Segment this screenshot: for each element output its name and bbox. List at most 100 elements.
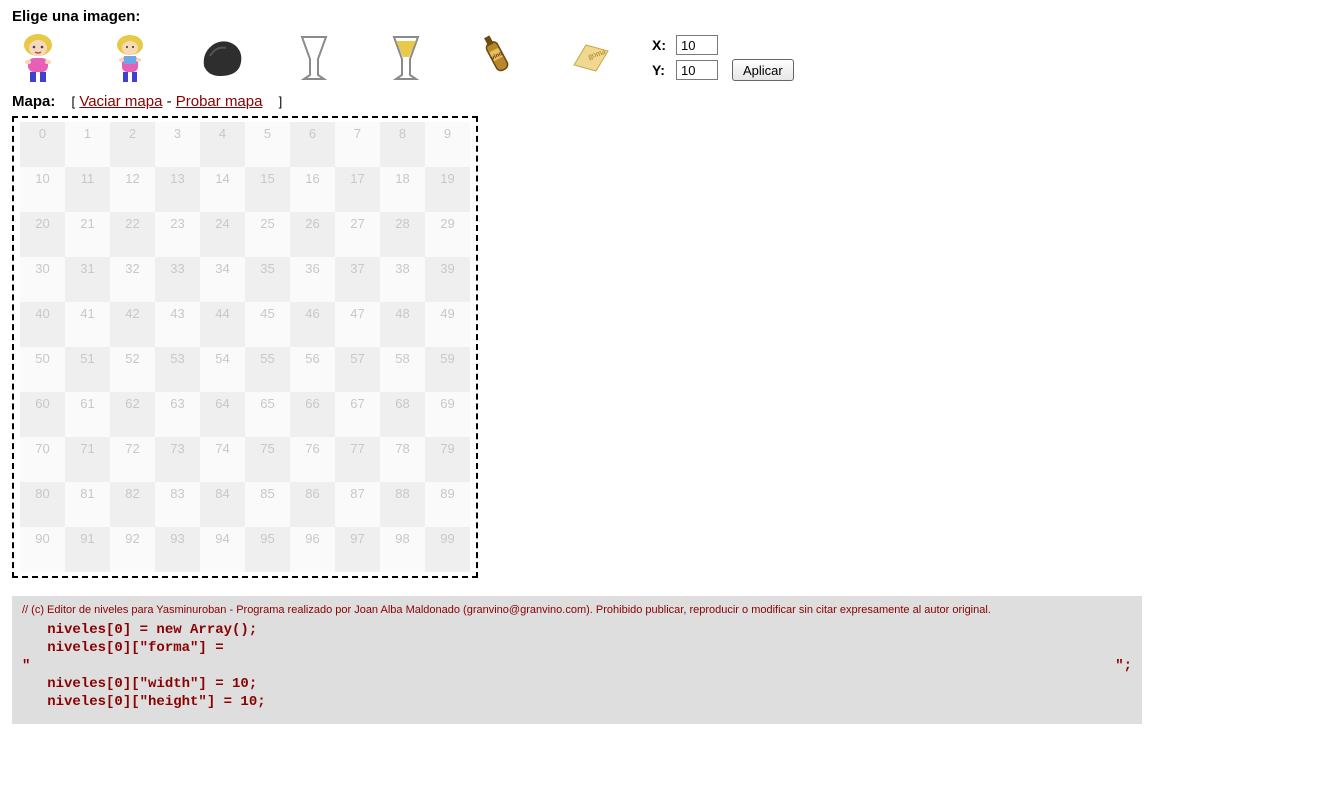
grid-cell[interactable]: 31 [65,257,110,302]
grid-cell[interactable]: 39 [425,257,470,302]
grid-cell[interactable]: 3 [155,122,200,167]
grid-cell[interactable]: 25 [245,212,290,257]
grid-cell[interactable]: 11 [65,167,110,212]
grid-cell[interactable]: 66 [290,392,335,437]
grid-cell[interactable]: 56 [290,347,335,392]
grid-cell[interactable]: 27 [335,212,380,257]
sprite-girl-blue[interactable] [106,31,154,85]
grid-cell[interactable]: 82 [110,482,155,527]
grid-cell[interactable]: 49 [425,302,470,347]
grid-cell[interactable]: 6 [290,122,335,167]
grid-cell[interactable]: 9 [425,122,470,167]
grid-cell[interactable]: 57 [335,347,380,392]
grid-cell[interactable]: 2 [110,122,155,167]
grid-cell[interactable]: 34 [200,257,245,302]
grid-cell[interactable]: 59 [425,347,470,392]
grid-cell[interactable]: 94 [200,527,245,572]
grid-cell[interactable]: 51 [65,347,110,392]
sprite-glass-full[interactable] [382,31,430,85]
grid-cell[interactable]: 77 [335,437,380,482]
grid-cell[interactable]: 76 [290,437,335,482]
grid-cell[interactable]: 17 [335,167,380,212]
grid-cell[interactable]: 40 [20,302,65,347]
grid-cell[interactable]: 8 [380,122,425,167]
grid-cell[interactable]: 33 [155,257,200,302]
grid-cell[interactable]: 37 [335,257,380,302]
grid-cell[interactable]: 28 [380,212,425,257]
grid-cell[interactable]: 84 [200,482,245,527]
grid-cell[interactable]: 54 [200,347,245,392]
grid-cell[interactable]: 68 [380,392,425,437]
grid-cell[interactable]: 62 [110,392,155,437]
grid-cell[interactable]: 91 [65,527,110,572]
grid-cell[interactable]: 74 [200,437,245,482]
grid-cell[interactable]: 44 [200,302,245,347]
grid-cell[interactable]: 78 [380,437,425,482]
grid-cell[interactable]: 79 [425,437,470,482]
grid-cell[interactable]: 99 [425,527,470,572]
grid-cell[interactable]: 48 [380,302,425,347]
grid-cell[interactable]: 35 [245,257,290,302]
grid-cell[interactable]: 41 [65,302,110,347]
grid-cell[interactable]: 10 [20,167,65,212]
grid-cell[interactable]: 63 [155,392,200,437]
y-input[interactable] [676,60,718,80]
grid-cell[interactable]: 7 [335,122,380,167]
grid-cell[interactable]: 93 [155,527,200,572]
grid-cell[interactable]: 95 [245,527,290,572]
grid-cell[interactable]: 75 [245,437,290,482]
grid-cell[interactable]: 67 [335,392,380,437]
grid-cell[interactable]: 42 [110,302,155,347]
grid-cell[interactable]: 90 [20,527,65,572]
clear-map-link[interactable]: Vaciar mapa [79,93,162,110]
grid-cell[interactable]: 61 [65,392,110,437]
grid-cell[interactable]: 4 [200,122,245,167]
grid-cell[interactable]: 64 [200,392,245,437]
grid-cell[interactable]: 23 [155,212,200,257]
grid-cell[interactable]: 5 [245,122,290,167]
grid-cell[interactable]: 30 [20,257,65,302]
grid-cell[interactable]: 97 [335,527,380,572]
grid-cell[interactable]: 12 [110,167,155,212]
sprite-rock[interactable] [198,31,246,85]
grid-cell[interactable]: 69 [425,392,470,437]
grid-cell[interactable]: 20 [20,212,65,257]
grid-cell[interactable]: 65 [245,392,290,437]
grid-cell[interactable]: 98 [380,527,425,572]
grid-cell[interactable]: 88 [380,482,425,527]
grid-cell[interactable]: 47 [335,302,380,347]
grid-cell[interactable]: 15 [245,167,290,212]
grid-cell[interactable]: 70 [20,437,65,482]
grid-cell[interactable]: 38 [380,257,425,302]
grid-cell[interactable]: 13 [155,167,200,212]
grid-cell[interactable]: 52 [110,347,155,392]
grid-cell[interactable]: 14 [200,167,245,212]
grid-cell[interactable]: 29 [425,212,470,257]
apply-button[interactable]: Aplicar [732,59,794,81]
grid-cell[interactable]: 19 [425,167,470,212]
grid-cell[interactable]: 81 [65,482,110,527]
sprite-bottle[interactable]: vino [474,31,522,85]
sprite-girl-pink[interactable] [14,31,62,85]
sprite-eraser[interactable]: goma [566,31,614,85]
grid-cell[interactable]: 1 [65,122,110,167]
grid-cell[interactable]: 22 [110,212,155,257]
grid-cell[interactable]: 83 [155,482,200,527]
grid-cell[interactable]: 73 [155,437,200,482]
grid-cell[interactable]: 26 [290,212,335,257]
grid-cell[interactable]: 92 [110,527,155,572]
grid-cell[interactable]: 36 [290,257,335,302]
grid-cell[interactable]: 58 [380,347,425,392]
grid-cell[interactable]: 45 [245,302,290,347]
x-input[interactable] [676,35,718,55]
grid-cell[interactable]: 21 [65,212,110,257]
grid-cell[interactable]: 46 [290,302,335,347]
grid-cell[interactable]: 55 [245,347,290,392]
grid-cell[interactable]: 85 [245,482,290,527]
grid-cell[interactable]: 53 [155,347,200,392]
grid-cell[interactable]: 32 [110,257,155,302]
grid-cell[interactable]: 0 [20,122,65,167]
grid-cell[interactable]: 96 [290,527,335,572]
grid-cell[interactable]: 18 [380,167,425,212]
grid-cell[interactable]: 43 [155,302,200,347]
